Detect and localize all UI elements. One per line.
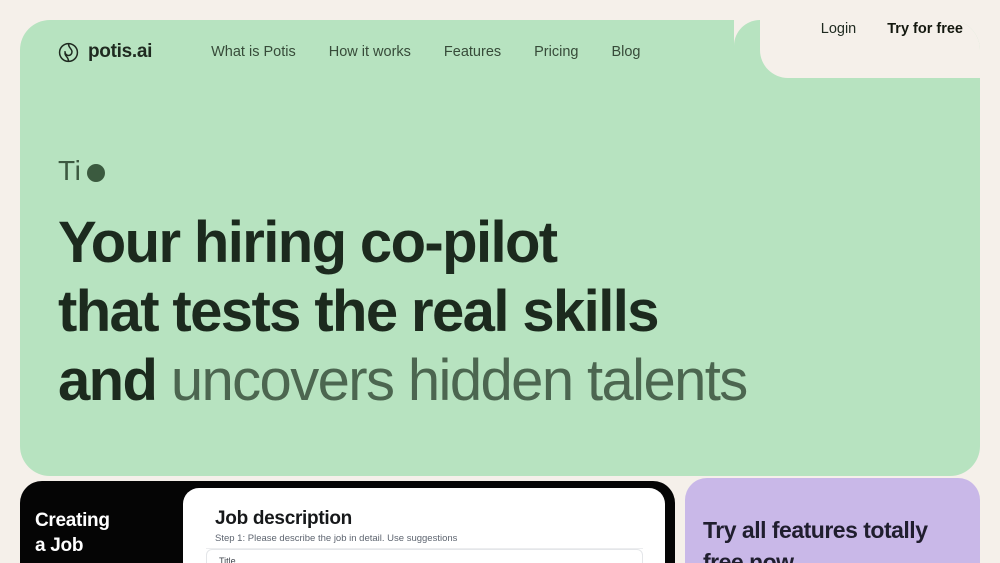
job-description-step-text: Step 1: Please describe the job in detai… [215,533,458,544]
potis-aperture-logo-icon [58,42,79,63]
promo-card-title: Try all features totally free now [703,514,965,563]
nav-item-blog[interactable]: Blog [611,44,640,60]
nav-item-pricing[interactable]: Pricing [534,44,578,60]
creating-a-job-title: Creating a Job [35,508,110,558]
nav-item-what-is-potis[interactable]: What is Potis [211,44,296,60]
job-description-card[interactable]: Job description Step 1: Please describe … [183,488,665,563]
job-title-input[interactable]: Title [206,549,643,563]
job-title-input-label: Title [219,556,236,563]
nav-item-how-it-works[interactable]: How it works [329,44,411,60]
hero-panel: potis.ai What is Potis How it works Feat… [20,20,980,476]
hero-headline-line-3-muted: uncovers hidden talents [170,348,748,413]
typing-cursor-dot-icon [87,164,106,182]
brand-name: potis.ai [88,41,153,62]
hero-headline-line-3: and uncovers hidden talents [58,346,748,415]
hero-eyebrow: Ti [58,155,106,187]
brand-logo[interactable]: potis.ai [58,41,152,63]
creating-a-job-title-line-1: Creating [35,510,110,531]
hero-headline-line-2: that tests the real skills [58,279,659,344]
promo-card[interactable]: Try all features totally free now [685,478,980,563]
job-description-title: Job description [215,508,352,529]
header-auth-actions: Login Try for free [821,0,1000,58]
login-button[interactable]: Login [821,21,856,37]
hero-headline-line-1: Your hiring co-pilot [58,210,558,275]
promo-card-title-line-2: free now [703,549,794,563]
try-for-free-button[interactable]: Try for free [887,21,963,37]
hero-headline: Your hiring co-pilot that tests the real… [58,208,748,415]
hero-headline-line-3-strong: and [58,348,158,413]
nav-item-features[interactable]: Features [444,44,501,60]
promo-card-title-line-1: Try all features totally [703,517,928,543]
hero-eyebrow-text: Ti [58,155,82,186]
primary-nav: What is Potis How it works Features Pric… [211,44,640,60]
creating-a-job-title-line-2: a Job [35,535,84,556]
